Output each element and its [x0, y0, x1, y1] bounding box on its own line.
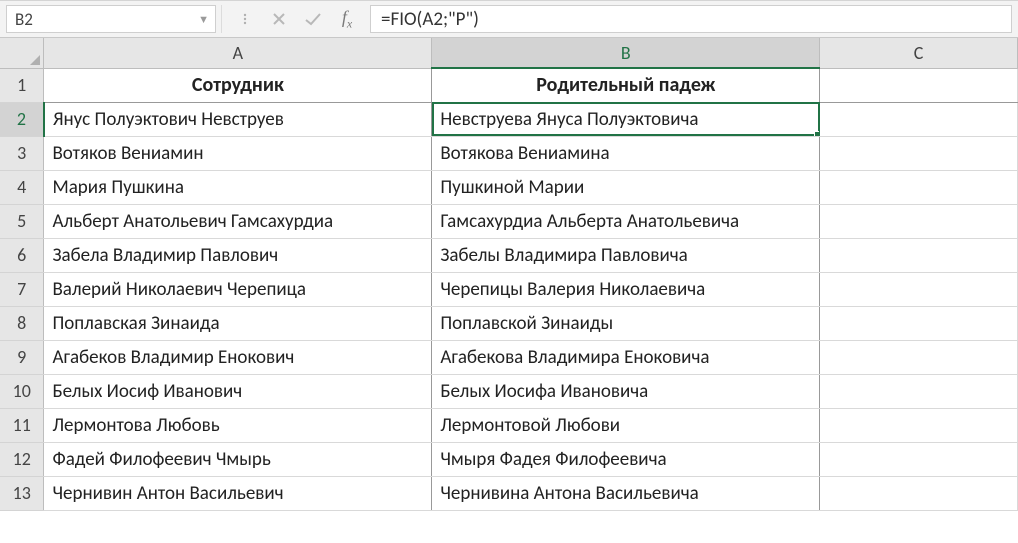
- cell-B13[interactable]: Чернивина Антона Васильевича: [432, 476, 820, 510]
- cell-C6[interactable]: [820, 238, 1018, 272]
- col-header-A[interactable]: A: [44, 38, 432, 68]
- row-header[interactable]: 1: [0, 68, 44, 102]
- col-header-C[interactable]: C: [820, 38, 1018, 68]
- name-box[interactable]: B2 ▼: [6, 5, 216, 33]
- cell-A3[interactable]: Вотяков Вениамин: [44, 136, 432, 170]
- row-header[interactable]: 13: [0, 476, 44, 510]
- row-header[interactable]: 11: [0, 408, 44, 442]
- col-header-B[interactable]: B: [432, 38, 820, 68]
- cell-B11[interactable]: Лермонтовой Любови: [432, 408, 820, 442]
- cell-C7[interactable]: [820, 272, 1018, 306]
- cell-C4[interactable]: [820, 170, 1018, 204]
- row-header[interactable]: 6: [0, 238, 44, 272]
- row-header[interactable]: 3: [0, 136, 44, 170]
- cell-A13[interactable]: Чернивин Антон Васильевич: [44, 476, 432, 510]
- cell-B12[interactable]: Чмыря Фадея Филофеевича: [432, 442, 820, 476]
- cell-A9[interactable]: Агабеков Владимир Енокович: [44, 340, 432, 374]
- cell-A5[interactable]: Альберт Анатольевич Гамсахурдиа: [44, 204, 432, 238]
- row-header[interactable]: 8: [0, 306, 44, 340]
- separator: [216, 5, 222, 33]
- cell-B6[interactable]: Забелы Владимира Павловича: [432, 238, 820, 272]
- formula-bar: B2 ▼ fx =FIO(A2;"Р"): [0, 0, 1018, 38]
- cell-B10[interactable]: Белых Иосифа Ивановича: [432, 374, 820, 408]
- cell-A4[interactable]: Мария Пушкина: [44, 170, 432, 204]
- cell-A2[interactable]: Янус Полуэктович Невструев: [44, 102, 432, 136]
- cell-C9[interactable]: [820, 340, 1018, 374]
- cell-B5[interactable]: Гамсахурдиа Альберта Анатольевича: [432, 204, 820, 238]
- cell-C2[interactable]: [820, 102, 1018, 136]
- cell-B1[interactable]: Родительный падеж: [432, 68, 820, 102]
- insert-function-icon[interactable]: fx: [330, 5, 364, 33]
- cell-C10[interactable]: [820, 374, 1018, 408]
- select-all-corner[interactable]: [0, 38, 44, 68]
- cell-A7[interactable]: Валерий Николаевич Черепица: [44, 272, 432, 306]
- cancel-icon[interactable]: [262, 5, 296, 33]
- cell-A12[interactable]: Фадей Филофеевич Чмырь: [44, 442, 432, 476]
- cell-C12[interactable]: [820, 442, 1018, 476]
- cell-C1[interactable]: [820, 68, 1018, 102]
- cell-B3[interactable]: Вотякова Вениамина: [432, 136, 820, 170]
- formula-input[interactable]: =FIO(A2;"Р"): [370, 5, 1012, 33]
- worksheet[interactable]: A B C 1 Сотрудник Родительный падеж 2 Ян…: [0, 38, 1018, 543]
- cell-B8[interactable]: Поплавской Зинаиды: [432, 306, 820, 340]
- formula-text: =FIO(A2;"Р"): [381, 8, 479, 31]
- name-box-dropdown-icon[interactable]: ▼: [198, 13, 209, 26]
- cell-A10[interactable]: Белых Иосиф Иванович: [44, 374, 432, 408]
- cell-B7[interactable]: Черепицы Валерия Николаевича: [432, 272, 820, 306]
- cell-C8[interactable]: [820, 306, 1018, 340]
- row-header[interactable]: 5: [0, 204, 44, 238]
- enter-icon[interactable]: [296, 5, 330, 33]
- expand-formula-icon[interactable]: [228, 5, 262, 33]
- cell-A8[interactable]: Поплавская Зинаида: [44, 306, 432, 340]
- name-box-value: B2: [15, 9, 33, 30]
- row-header[interactable]: 2: [0, 102, 44, 136]
- row-header[interactable]: 10: [0, 374, 44, 408]
- row-header[interactable]: 9: [0, 340, 44, 374]
- cell-B9[interactable]: Агабекова Владимира Еноковича: [432, 340, 820, 374]
- row-header[interactable]: 12: [0, 442, 44, 476]
- cell-A11[interactable]: Лермонтова Любовь: [44, 408, 432, 442]
- row-header[interactable]: 4: [0, 170, 44, 204]
- cell-B2[interactable]: Невструева Януса Полуэктовича: [432, 102, 820, 136]
- cell-C5[interactable]: [820, 204, 1018, 238]
- row-header[interactable]: 7: [0, 272, 44, 306]
- cell-C11[interactable]: [820, 408, 1018, 442]
- cell-A6[interactable]: Забела Владимир Павлович: [44, 238, 432, 272]
- cell-A1[interactable]: Сотрудник: [44, 68, 432, 102]
- grid: A B C 1 Сотрудник Родительный падеж 2 Ян…: [0, 38, 1018, 511]
- cell-B4[interactable]: Пушкиной Марии: [432, 170, 820, 204]
- cell-C13[interactable]: [820, 476, 1018, 510]
- cell-C3[interactable]: [820, 136, 1018, 170]
